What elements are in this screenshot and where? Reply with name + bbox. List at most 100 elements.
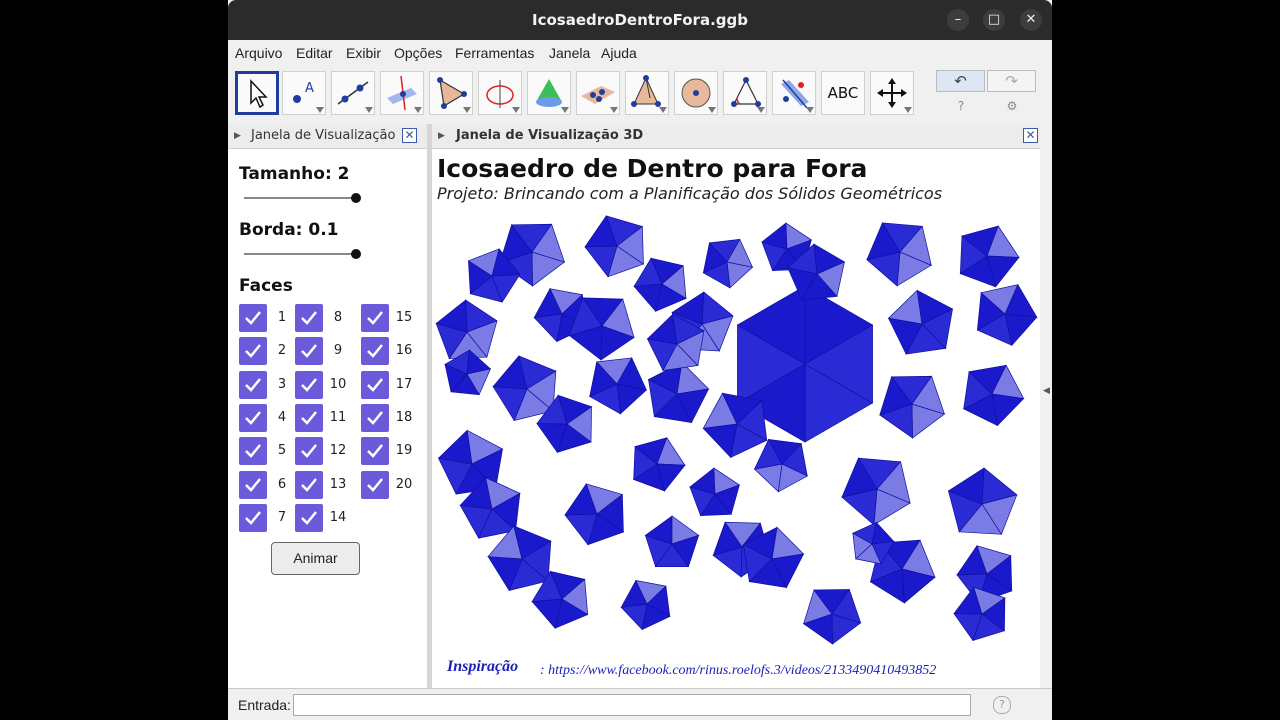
close-panel-icon[interactable]: ✕ (402, 128, 417, 143)
tool-text[interactable]: ABC (821, 71, 865, 115)
expand-icon (806, 107, 814, 113)
check-icon (245, 311, 261, 325)
borda-label: Borda: 0.1 (239, 220, 339, 240)
face-checkbox-19[interactable] (361, 437, 389, 466)
menu-editar[interactable]: Editar (296, 40, 333, 66)
tool-line[interactable] (331, 71, 375, 115)
tool-point[interactable]: A (282, 71, 326, 115)
face-checkbox-9[interactable] (295, 337, 323, 366)
menu-arquivo[interactable]: Arquivo (235, 40, 282, 66)
face-checkbox-10[interactable] (295, 370, 323, 399)
expand-icon (414, 107, 422, 113)
svg-text:A: A (305, 81, 314, 96)
tool-circle[interactable] (478, 71, 522, 115)
view-subtitle: Projeto: Brincando com a Planificação do… (437, 184, 943, 203)
face-checkbox-label-19: 19 (395, 443, 413, 459)
borda-slider-track[interactable] (244, 253, 356, 255)
tool-move-view[interactable] (870, 71, 914, 115)
face-checkbox-16[interactable] (361, 337, 389, 366)
face-checkbox-label-15: 15 (395, 310, 413, 325)
expand-icon (610, 107, 618, 113)
menu-janela[interactable]: Janela (549, 40, 590, 66)
input-help-icon[interactable]: ? (993, 696, 1011, 714)
toolbar: A ABC ↶ ↷ ? ⚙ (228, 66, 1052, 125)
face-checkbox-8[interactable] (295, 304, 323, 332)
close-3d-panel-icon[interactable]: ✕ (1023, 128, 1038, 143)
move-tool-icon (250, 79, 268, 109)
collapse-arrow-icon[interactable]: ▶ (234, 124, 241, 148)
face-checkbox-15[interactable] (361, 304, 389, 332)
expand-icon (512, 107, 520, 113)
check-icon (301, 511, 317, 525)
face-checkbox-5[interactable] (239, 437, 267, 466)
help-icon[interactable]: ? (953, 98, 969, 114)
check-icon (245, 477, 261, 492)
expand-icon (365, 107, 373, 113)
face-checkbox-7[interactable] (239, 503, 267, 532)
menu-opcoes[interactable]: Opções (394, 40, 442, 66)
minimize-icon[interactable]: – (947, 9, 969, 31)
maximize-icon[interactable]: □ (983, 9, 1005, 31)
undo-button[interactable]: ↶ (936, 70, 985, 92)
check-icon (245, 511, 261, 525)
tool-plane[interactable] (576, 71, 620, 115)
collapse-arrow-icon[interactable]: ▶ (438, 124, 445, 148)
tool-polygon[interactable] (429, 71, 473, 115)
expand-side-arrow-icon[interactable]: ◀ (1043, 386, 1050, 396)
tool-cone[interactable] (527, 71, 571, 115)
face-checkbox-14[interactable] (295, 503, 323, 532)
tool-sphere[interactable] (674, 71, 718, 115)
face-checkbox-label-14: 14 (329, 509, 347, 525)
face-checkbox-17[interactable] (361, 370, 389, 399)
entrada-input[interactable] (293, 694, 971, 716)
menu-exibir[interactable]: Exibir (346, 40, 381, 66)
face-checkbox-4[interactable] (239, 403, 267, 432)
check-icon (245, 411, 261, 425)
face-checkbox-label-9: 9 (333, 343, 343, 359)
right-panel-edge: ✕ ◀ (1023, 124, 1052, 688)
icosahedron-pieces-canvas[interactable] (432, 214, 1040, 654)
expand-icon (316, 107, 324, 113)
tamanho-slider-handle[interactable] (351, 193, 361, 203)
tamanho-label: Tamanho: 2 (239, 164, 350, 184)
animar-button[interactable]: Animar (271, 542, 360, 575)
tool-angle[interactable] (723, 71, 767, 115)
redo-button[interactable]: ↷ (987, 70, 1036, 92)
tool-pyramid[interactable] (625, 71, 669, 115)
menu-ajuda[interactable]: Ajuda (601, 40, 637, 66)
face-checkbox-label-4: 4 (277, 409, 287, 425)
face-checkbox-label-7: 7 (277, 509, 287, 525)
check-icon (367, 411, 383, 425)
face-checkbox-label-13: 13 (329, 476, 347, 492)
face-checkbox-2[interactable] (239, 337, 267, 366)
tool-move[interactable] (235, 71, 279, 115)
face-checkbox-label-2: 2 (277, 343, 287, 359)
icosahedron-fragment (533, 313, 563, 343)
tool-reflect[interactable] (772, 71, 816, 115)
face-checkbox-label-1: 1 (277, 310, 287, 325)
face-checkbox-13[interactable] (295, 470, 323, 499)
close-icon[interactable]: ✕ (1020, 9, 1042, 31)
face-checkbox-11[interactable] (295, 403, 323, 432)
face-checkbox-18[interactable] (361, 403, 389, 432)
borda-slider-handle[interactable] (351, 249, 361, 259)
face-checkbox-1[interactable] (239, 304, 267, 332)
expand-icon (904, 107, 912, 113)
face-checkbox-20[interactable] (361, 470, 389, 499)
inspiracao-link[interactable]: : https://www.facebook.com/rinus.roelofs… (540, 663, 936, 679)
check-icon (301, 377, 317, 392)
menu-ferramentas[interactable]: Ferramentas (455, 40, 534, 66)
expand-icon (463, 107, 471, 113)
icosahedron-fragment (771, 526, 805, 560)
face-checkbox-3[interactable] (239, 370, 267, 399)
panel-header-3d: ▶ Janela de Visualização 3D (432, 124, 1040, 149)
panel-title-3d: Janela de Visualização 3D (456, 128, 644, 143)
settings-icon[interactable]: ⚙ (1004, 98, 1020, 114)
tamanho-slider-track[interactable] (244, 197, 356, 199)
check-icon (367, 477, 383, 492)
menu-bar: Arquivo Editar Exibir Opções Ferramentas… (228, 40, 1052, 66)
face-checkbox-6[interactable] (239, 470, 267, 499)
tool-perpendicular[interactable] (380, 71, 424, 115)
face-checkbox-12[interactable] (295, 437, 323, 466)
check-icon (301, 477, 317, 492)
